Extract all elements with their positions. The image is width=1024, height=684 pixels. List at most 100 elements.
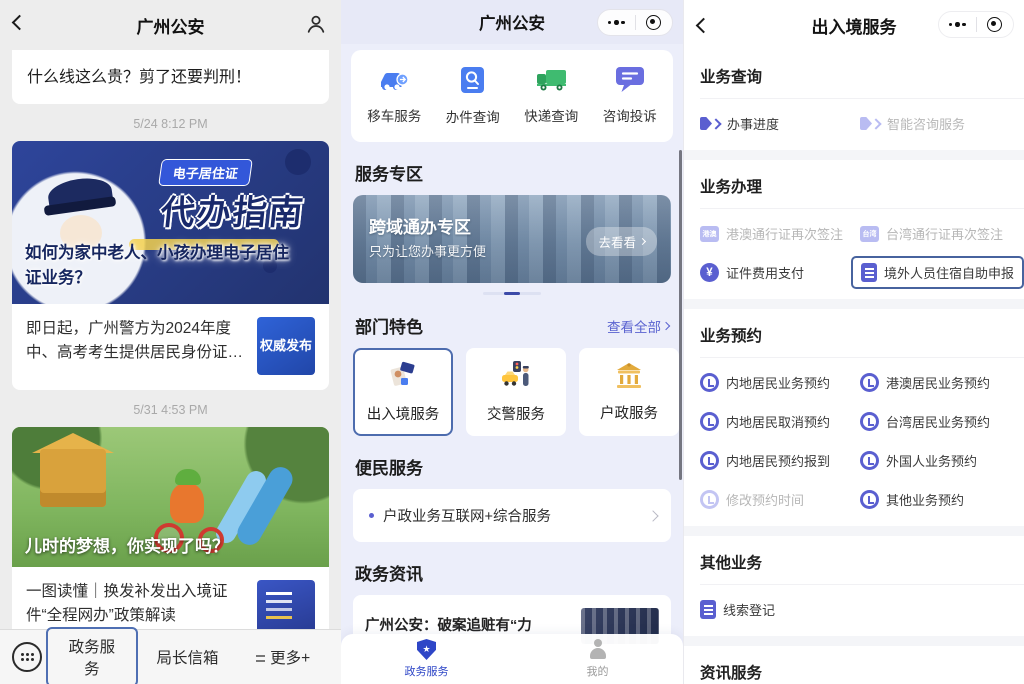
- article-thumbnail: 权威发布: [257, 317, 315, 375]
- chat-header: 广州公安: [0, 0, 341, 50]
- services-menu-button[interactable]: 政务服务: [46, 627, 138, 684]
- dept-card-label: 交警服务: [487, 403, 545, 424]
- timestamp: 5/31 4:53 PM: [0, 403, 341, 417]
- cross-region-banner[interactable]: 跨域通办专区 只为让您办事更方便 去看看: [353, 195, 671, 283]
- wechat-capsule: [938, 11, 1014, 38]
- menu-item-more[interactable]: 更多+: [237, 646, 329, 668]
- service-item-foreigner-lodging-declare[interactable]: 境外人员住宿自助申报: [851, 256, 1024, 289]
- section-separator: [684, 526, 1024, 536]
- chat-icon: [615, 66, 645, 96]
- wechat-chat-panel: 广州公安 什么线这么贵？剪了还要判刑！ 5/24 8:12 PM 电子居住证 代…: [0, 0, 341, 684]
- quick-services-card: 移车服务 办件查询 快递查询 咨询投诉: [351, 50, 673, 142]
- section-separator: [684, 299, 1024, 309]
- more-options-icon[interactable]: [939, 12, 976, 37]
- menu-item-mailbox[interactable]: 局长信箱: [142, 646, 234, 668]
- keyboard-icon[interactable]: [12, 642, 42, 672]
- tab-mine[interactable]: 我的: [512, 634, 683, 684]
- service-item-mainland-booking[interactable]: 内地居民业务预约: [700, 373, 860, 392]
- dept-card-traffic-police[interactable]: 交警服务: [466, 348, 566, 436]
- kid-illustration: [170, 483, 204, 523]
- more-menu-icon: [256, 655, 265, 662]
- chevron-right-icon: [639, 238, 646, 245]
- chevron-right-icon: [647, 510, 658, 521]
- quick-service-consult-complaint[interactable]: 咨询投诉: [591, 66, 670, 126]
- profile-icon[interactable]: [305, 13, 327, 40]
- back-icon[interactable]: [12, 15, 28, 31]
- banner-go-button[interactable]: 去看看: [586, 227, 657, 256]
- person-icon: [588, 639, 608, 660]
- service-item-taiwan-endorsement[interactable]: 台湾通行证再次签注: [860, 224, 1024, 243]
- article-card-2[interactable]: 儿时的梦想，你实现了吗？ 一图读懂｜换发补发出入境证件“全程网办”政策解读: [12, 427, 329, 653]
- tab-services[interactable]: ★ 政务服务: [341, 634, 512, 684]
- quick-service-label: 快递查询: [524, 105, 578, 125]
- service-item-smart-consult[interactable]: 智能咨询服务: [860, 114, 1016, 133]
- close-minimize-icon[interactable]: [977, 12, 1014, 37]
- service-item-foreigner-booking[interactable]: 外国人业务预约: [860, 451, 1016, 470]
- article-body: 即日起，广州警方为2024年度中、高考考生提供居民身份证… 权威发布: [12, 304, 329, 390]
- banner-title: 跨域通办专区: [369, 213, 471, 238]
- clock-icon: [700, 490, 719, 509]
- playground-tower-illustration: [40, 449, 106, 507]
- service-item-hk-macau-booking[interactable]: 港澳居民业务预约: [860, 373, 1016, 392]
- section-title-handle: 业务办理: [684, 160, 1024, 208]
- article-card-partial[interactable]: 什么线这么贵？剪了还要判刑！: [12, 50, 329, 104]
- convenience-service-item[interactable]: 户政业务互联网+综合服务: [353, 489, 671, 542]
- tab-label: 我的: [587, 663, 609, 679]
- more-options-icon[interactable]: [598, 10, 635, 35]
- service-item-hk-macau-endorsement[interactable]: 港澳通行证再次签注: [700, 224, 860, 243]
- service-item-clue-register[interactable]: 线索登记: [700, 600, 860, 619]
- quick-service-label: 咨询投诉: [603, 105, 657, 125]
- service-item-fee-payment[interactable]: 证件费用支付: [700, 263, 860, 282]
- scrollbar[interactable]: [679, 150, 682, 480]
- clock-icon: [700, 451, 719, 470]
- section-separator: [684, 636, 1024, 646]
- miniprogram-home-panel: 广州公安 移车服务 办件查询 快递查询 咨询投诉: [341, 0, 683, 684]
- view-all-link[interactable]: 查看全部: [607, 316, 669, 336]
- traffic-police-icon: [501, 360, 531, 394]
- quick-service-move-car[interactable]: 移车服务: [355, 66, 434, 126]
- page-title: 出入境服务: [812, 13, 897, 38]
- back-icon[interactable]: [696, 18, 712, 34]
- dept-card-household[interactable]: 户政服务: [579, 348, 679, 436]
- taiwan-pass-icon: [860, 226, 879, 242]
- service-item-mainland-checkin[interactable]: 内地居民预约报到: [700, 451, 860, 470]
- quick-service-label: 办件查询: [446, 106, 500, 126]
- article-card-1[interactable]: 电子居住证 代办指南 如何为家中老人、小孩办理电子居住证业务？ 即日起，广州警方…: [12, 141, 329, 390]
- article-title-overlay: 儿时的梦想，你实现了吗？: [25, 532, 229, 557]
- decorative-dot: [285, 149, 311, 175]
- handle-items: 港澳通行证再次签注 台湾通行证再次签注 证件费用支付 境外人员住宿自助申报: [684, 209, 1024, 299]
- passport-icon: [388, 360, 418, 394]
- article-title-overlay: 如何为家中老人、小孩办理电子居住证业务？: [25, 241, 299, 292]
- service-item-mainland-cancel[interactable]: 内地居民取消预约: [700, 412, 860, 431]
- service-item-modify-time[interactable]: 修改预约时间: [700, 490, 860, 509]
- dept-card-exit-entry[interactable]: 出入境服务: [353, 348, 453, 436]
- banner-subtitle: 只为让您办事更方便: [369, 241, 486, 260]
- dept-card-label: 出入境服务: [367, 403, 440, 424]
- quick-service-express-query[interactable]: 快递查询: [512, 66, 591, 126]
- page-header: 出入境服务: [684, 0, 1024, 50]
- clock-icon: [700, 373, 719, 392]
- cover-big-title: 代办指南: [158, 185, 307, 234]
- quick-service-case-query[interactable]: 办件查询: [434, 66, 513, 126]
- service-item-progress[interactable]: 办事进度: [700, 114, 860, 133]
- carousel-active-dot: [504, 292, 520, 295]
- article-cover-image: 儿时的梦想，你实现了吗？: [12, 427, 329, 567]
- other-items: 线索登记: [684, 585, 1024, 636]
- section-title-info: 资讯服务: [684, 646, 1024, 684]
- convenience-item-label: 户政业务互联网+综合服务: [383, 505, 649, 526]
- hk-macau-pass-icon: [700, 226, 719, 242]
- building-icon: [614, 362, 644, 393]
- close-minimize-icon[interactable]: [636, 10, 673, 35]
- miniprogram-title: 广州公安: [479, 10, 545, 34]
- menu-item-services[interactable]: 政务服务: [46, 627, 138, 684]
- service-item-taiwan-booking[interactable]: 台湾居民业务预约: [860, 412, 1016, 431]
- progress-icon: [700, 117, 720, 130]
- wechat-capsule: [597, 9, 673, 36]
- service-item-other-booking[interactable]: 其他业务预约: [860, 490, 1016, 509]
- clock-icon: [860, 451, 879, 470]
- section-title-query: 业务查询: [684, 50, 1024, 98]
- miniprogram-header: 广州公安: [341, 0, 683, 44]
- article-tail-text: 什么线这么贵？剪了还要判刑！: [27, 69, 251, 86]
- car-icon: [378, 66, 410, 96]
- dept-features-header: 部门特色 查看全部: [355, 313, 669, 338]
